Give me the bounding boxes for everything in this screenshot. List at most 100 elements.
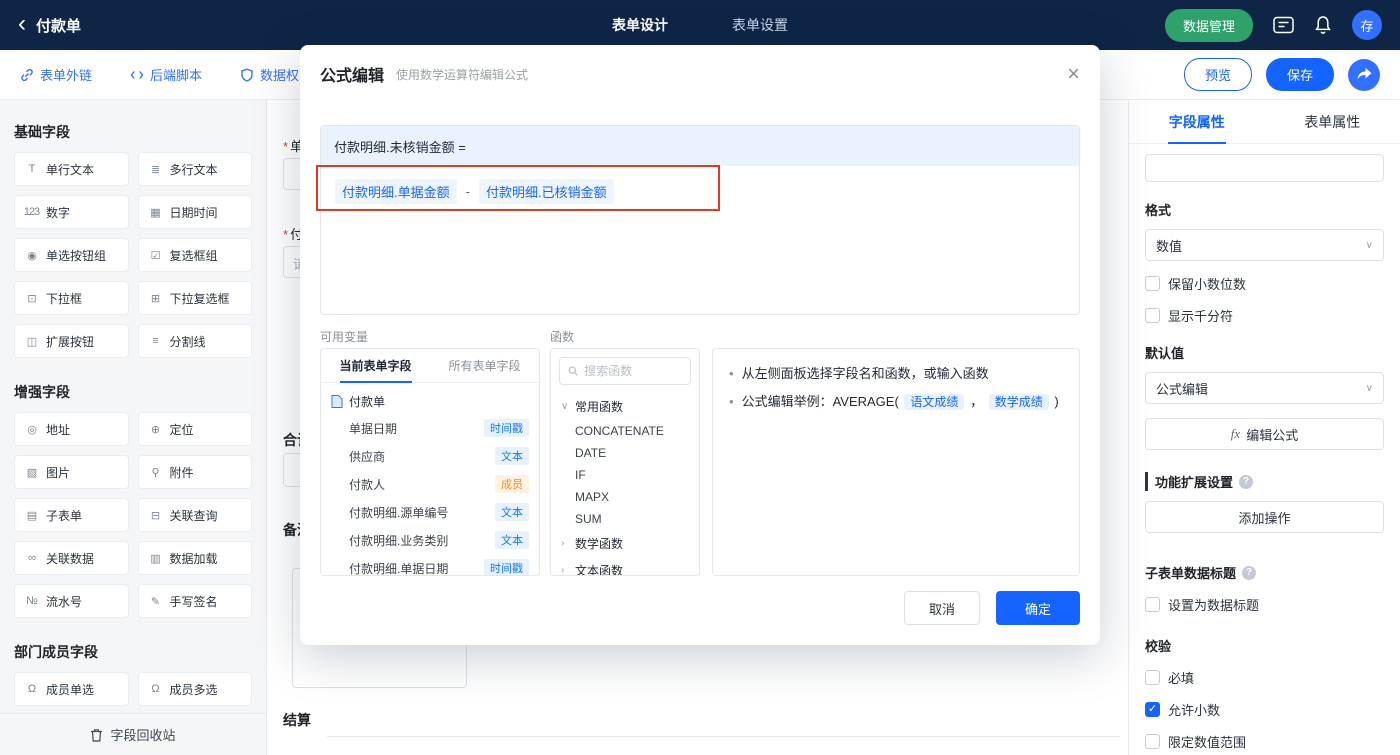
field-type-icon: ▦ [150,206,160,219]
field-type-label: 单行文本 [46,162,95,177]
variable-item[interactable]: 单据日期 时间戳 [329,414,531,442]
field-type-item[interactable]: ⚲ 附件 [137,455,252,489]
share-icon[interactable] [1348,58,1380,91]
set-data-title-checkbox[interactable]: 设置为数据标题 [1145,595,1384,614]
cancel-button[interactable]: 取消 [904,591,980,625]
field-recycle-bin[interactable]: 字段回收站 [0,713,266,755]
field-type-item[interactable]: T 单行文本 [14,152,129,186]
field-type-label: 下拉复选框 [169,291,230,306]
field-type-item[interactable]: ✎ 手写签名 [137,584,252,618]
tab-all-form-fields[interactable]: 所有表单字段 [430,349,539,382]
field-type-item[interactable]: ⊡ 下拉框 [14,281,129,315]
form-node[interactable]: 付款单 [329,389,531,414]
confirm-button[interactable]: 确定 [996,591,1080,625]
checkbox-checked-icon [1145,702,1160,717]
field-type-item[interactable]: ◎ 地址 [14,412,129,446]
field-type-item[interactable]: ∞ 关联数据 [14,541,129,575]
example-field-chip: 语文成绩 [904,394,965,411]
help-line: • 公式编辑举例：AVERAGE( 语文成绩 ， 数学成绩 ) [729,391,1063,413]
variable-item[interactable]: 付款明细.业务类别 文本 [329,526,531,554]
variable-item[interactable]: 供应商 文本 [329,442,531,470]
decimal-digits-checkbox[interactable]: 保留小数位数 [1145,274,1384,293]
field-type-label: 流水号 [46,594,83,609]
text-functions-group[interactable]: › 文本函数 [561,557,689,575]
common-functions-group[interactable]: ∨ 常用函数 [561,393,689,420]
field-type-item[interactable]: ⊟ 关联查询 [137,498,252,532]
field-type-icon: ▥ [150,552,160,565]
field-type-icon: ⊞ [150,292,160,305]
form-external-link-label: 表单外链 [40,68,93,83]
document-icon [331,395,343,408]
tab-form-properties[interactable]: 表单属性 [1265,100,1400,143]
function-item[interactable]: SUM [561,508,689,530]
toolbar-actions: 预览 保存 [1183,58,1380,91]
field-type-item[interactable]: 123 数字 [14,195,129,229]
thousands-separator-checkbox[interactable]: 显示千分符 [1145,306,1384,325]
field-title-input[interactable] [1145,154,1384,182]
avatar[interactable]: 存 [1352,10,1382,40]
field-type-item[interactable]: ◫ 扩展按钮 [14,324,129,358]
tab-current-form-fields[interactable]: 当前表单字段 [321,349,430,382]
back-icon[interactable]: ‹ [18,11,26,36]
field-type-item[interactable]: Ω 成员单选 [14,672,129,706]
field-type-item[interactable]: Ω 成员多选 [137,672,252,706]
available-variables-label: 可用变量 [320,330,369,344]
close-icon[interactable]: × [1067,63,1080,85]
required-checkbox[interactable]: 必填 [1145,668,1384,687]
field-type-label: 扩展按钮 [46,334,95,349]
field-type-item[interactable]: ◉ 单选按钮组 [14,238,129,272]
field-type-icon: Ω [27,683,36,695]
field-type-label: 地址 [46,422,71,437]
backend-script-button[interactable]: 后端脚本 [130,65,202,84]
field-type-item[interactable]: ▥ 数据加载 [137,541,252,575]
variable-item[interactable]: 付款人 成员 [329,470,531,498]
variable-item[interactable]: 付款明细.单据日期 时间戳 [329,554,531,575]
function-item[interactable]: MAPX [561,486,689,508]
add-action-button[interactable]: 添加操作 [1145,501,1384,533]
tab-form-settings[interactable]: 表单设置 [732,15,788,35]
tab-form-design[interactable]: 表单设计 [612,15,668,35]
search-input[interactable] [584,364,682,378]
tab-field-properties[interactable]: 字段属性 [1129,100,1265,143]
section-basic-fields: 基础字段 [14,124,70,140]
field-type-item[interactable]: ▦ 日期时间 [137,195,252,229]
field-type-item[interactable]: ▤ 子表单 [14,498,129,532]
field-type-item[interactable]: ▧ 图片 [14,455,129,489]
function-item[interactable]: DATE [561,442,689,464]
caret-right-icon: › [561,538,565,549]
document-lines-icon[interactable] [1273,16,1294,34]
formula-field-token[interactable]: 付款明细.单据金额 [335,179,457,204]
save-button[interactable]: 保存 [1265,58,1334,91]
field-type-item[interactable]: ≣ 多行文本 [137,152,252,186]
edit-formula-button[interactable]: fx 编辑公式 [1145,418,1384,450]
formula-field-token[interactable]: 付款明细.已核销金额 [478,179,614,204]
default-value-text: 公式编辑 [1156,381,1209,397]
math-functions-group[interactable]: › 数学函数 [561,530,689,557]
function-item[interactable]: IF [561,464,689,486]
field-type-item[interactable]: ⊕ 定位 [137,412,252,446]
variable-item[interactable]: 付款明细.源单编号 文本 [329,498,531,526]
form-external-link-button[interactable]: 表单外链 [20,65,92,84]
field-type-item[interactable]: ⊞ 下拉复选框 [137,281,252,315]
search-icon [568,366,578,376]
functions-panel: ∨ 常用函数 CONCATENATE DATE IF MAPX SUM › 数学函数 ›… [550,348,700,576]
limit-range-checkbox[interactable]: 限定数值范围 [1145,732,1384,751]
data-manage-button[interactable]: 数据管理 [1164,8,1253,42]
decimal-digits-label: 保留小数位数 [1168,277,1247,292]
dialog-title: 公式编辑 [320,68,385,85]
format-select[interactable]: 数值 ∨ [1145,229,1384,261]
variable-name: 供应商 [349,449,386,464]
field-type-item[interactable]: № 流水号 [14,584,129,618]
help-icon[interactable]: ? [1239,474,1254,489]
preview-button[interactable]: 预览 [1183,58,1252,91]
field-type-item[interactable]: ☑ 复选框组 [137,238,252,272]
field-type-item[interactable]: ≡ 分割线 [137,324,252,358]
allow-decimal-checkbox[interactable]: 允许小数 [1145,700,1384,719]
formula-input-area[interactable]: 付款明细.单据金额 - 付款明细.已核销金额 [321,166,1079,217]
field-type-icon: ≡ [152,335,158,347]
function-search[interactable] [559,357,691,385]
function-item[interactable]: CONCATENATE [561,420,689,442]
help-icon[interactable]: ? [1242,565,1257,580]
bell-icon[interactable] [1314,15,1332,35]
default-value-select[interactable]: 公式编辑 ∨ [1145,372,1384,404]
